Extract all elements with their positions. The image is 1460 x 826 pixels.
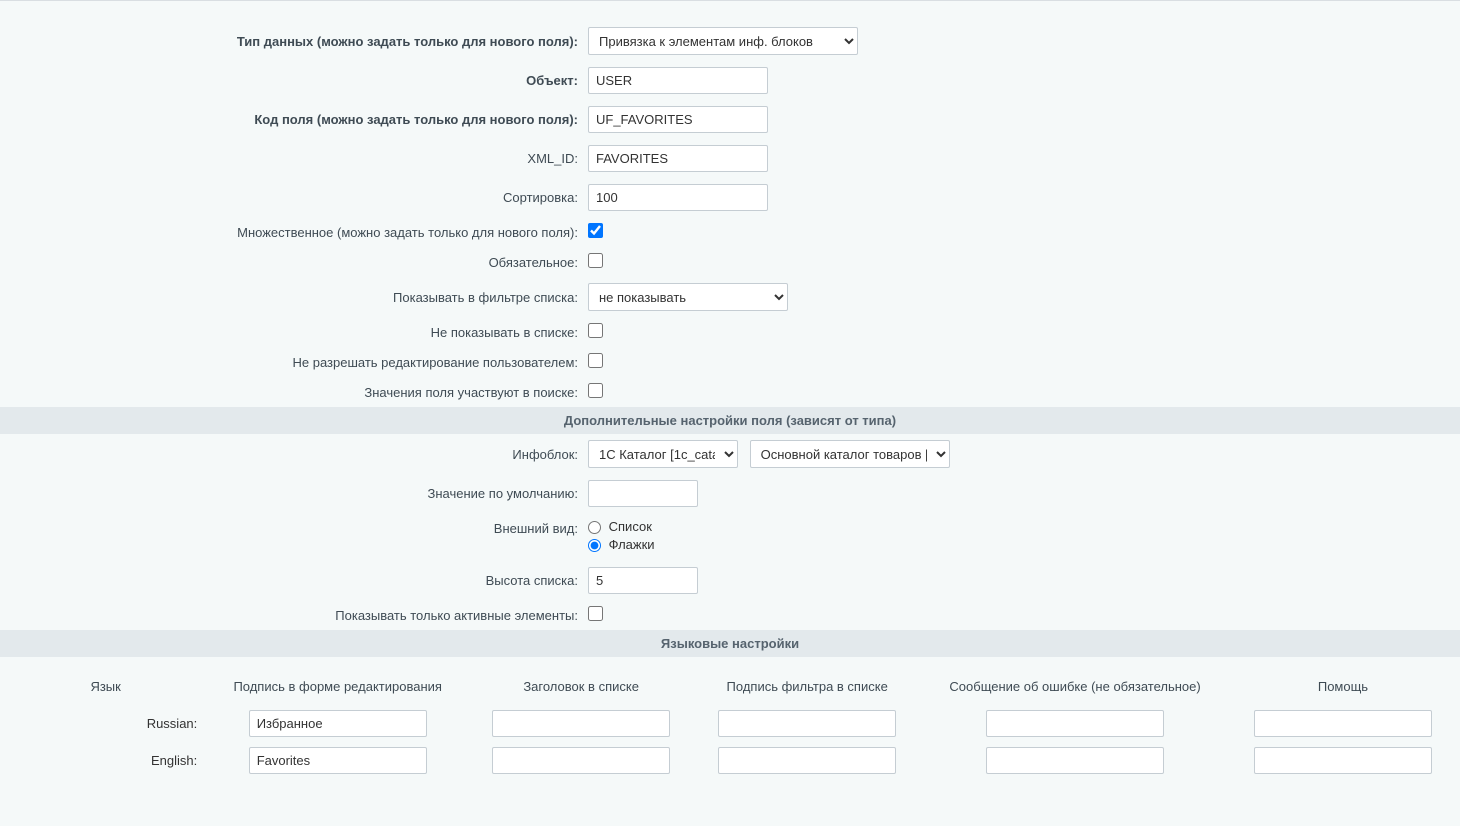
lang-input-error-msg[interactable] xyxy=(986,710,1164,737)
select-infoblock-type[interactable]: 1С Каталог [1c_catalog] xyxy=(588,440,738,468)
lang-name: Russian: xyxy=(4,710,207,737)
label-no-user-edit: Не разрешать редактирование пользователе… xyxy=(0,347,584,377)
label-infoblock: Инфоблок: xyxy=(0,434,584,474)
lang-th-language: Язык xyxy=(4,673,207,700)
label-only-active: Показывать только активные элементы: xyxy=(0,600,584,630)
radio-row-checkboxes[interactable]: Флажки xyxy=(588,537,1456,552)
lang-th-help: Помощь xyxy=(1230,673,1456,700)
label-required: Обязательное: xyxy=(0,247,584,277)
lang-table: Язык Подпись в форме редактирования Заго… xyxy=(4,663,1456,784)
form-container: Тип данных (можно задать только для ново… xyxy=(0,0,1460,790)
input-xml-id[interactable] xyxy=(588,145,768,172)
radio-row-list[interactable]: Список xyxy=(588,519,1456,534)
radio-label-list: Список xyxy=(609,519,652,534)
radio-appearance-checkboxes[interactable] xyxy=(588,539,601,552)
checkbox-required[interactable] xyxy=(588,253,603,268)
lang-input-help[interactable] xyxy=(1254,747,1432,774)
section-header-lang: Языковые настройки xyxy=(0,630,1460,657)
label-data-type: Тип данных (можно задать только для ново… xyxy=(0,5,584,61)
lang-row: English: xyxy=(4,747,1456,774)
label-object: Объект: xyxy=(0,61,584,100)
select-infoblock-catalog[interactable]: Основной каталог товаров [ xyxy=(750,440,950,468)
checkbox-only-active[interactable] xyxy=(588,606,603,621)
label-show-in-filter: Показывать в фильтре списка: xyxy=(0,277,584,317)
label-in-search: Значения поля участвуют в поиске: xyxy=(0,377,584,407)
lang-th-list-header: Заголовок в списке xyxy=(468,673,694,700)
radio-label-checkboxes: Флажки xyxy=(609,537,655,552)
lang-input-list-header[interactable] xyxy=(492,710,670,737)
label-appearance: Внешний вид: xyxy=(0,513,584,561)
label-sort: Сортировка: xyxy=(0,178,584,217)
section-header-type: Дополнительные настройки поля (зависят о… xyxy=(0,407,1460,434)
input-list-height[interactable] xyxy=(588,567,698,594)
radio-appearance-list[interactable] xyxy=(588,521,601,534)
lang-input-error-msg[interactable] xyxy=(986,747,1164,774)
input-default-value[interactable] xyxy=(588,480,698,507)
lang-name: English: xyxy=(4,747,207,774)
lang-th-error-msg: Сообщение об ошибке (не обязательное) xyxy=(920,673,1230,700)
label-xml-id: XML_ID: xyxy=(0,139,584,178)
label-multiple: Множественное (можно задать только для н… xyxy=(0,217,584,247)
label-default-value: Значение по умолчанию: xyxy=(0,474,584,513)
select-show-in-filter[interactable]: не показывать xyxy=(588,283,788,311)
label-field-code: Код поля (можно задать только для нового… xyxy=(0,100,584,139)
lang-input-filter-label[interactable] xyxy=(718,710,896,737)
lang-input-edit-label[interactable] xyxy=(249,710,427,737)
label-list-height: Высота списка: xyxy=(0,561,584,600)
select-data-type[interactable]: Привязка к элементам инф. блоков xyxy=(588,27,858,55)
input-object[interactable] xyxy=(588,67,768,94)
checkbox-no-user-edit[interactable] xyxy=(588,353,603,368)
input-sort[interactable] xyxy=(588,184,768,211)
main-form-table: Тип данных (можно задать только для ново… xyxy=(0,5,1460,790)
checkbox-multiple[interactable] xyxy=(588,223,603,238)
lang-input-edit-label[interactable] xyxy=(249,747,427,774)
label-hide-in-list: Не показывать в списке: xyxy=(0,317,584,347)
input-field-code[interactable] xyxy=(588,106,768,133)
checkbox-in-search[interactable] xyxy=(588,383,603,398)
lang-row: Russian: xyxy=(4,710,1456,737)
lang-input-help[interactable] xyxy=(1254,710,1432,737)
lang-input-list-header[interactable] xyxy=(492,747,670,774)
lang-th-edit-label: Подпись в форме редактирования xyxy=(207,673,468,700)
checkbox-hide-in-list[interactable] xyxy=(588,323,603,338)
lang-th-filter-label: Подпись фильтра в списке xyxy=(694,673,920,700)
lang-input-filter-label[interactable] xyxy=(718,747,896,774)
